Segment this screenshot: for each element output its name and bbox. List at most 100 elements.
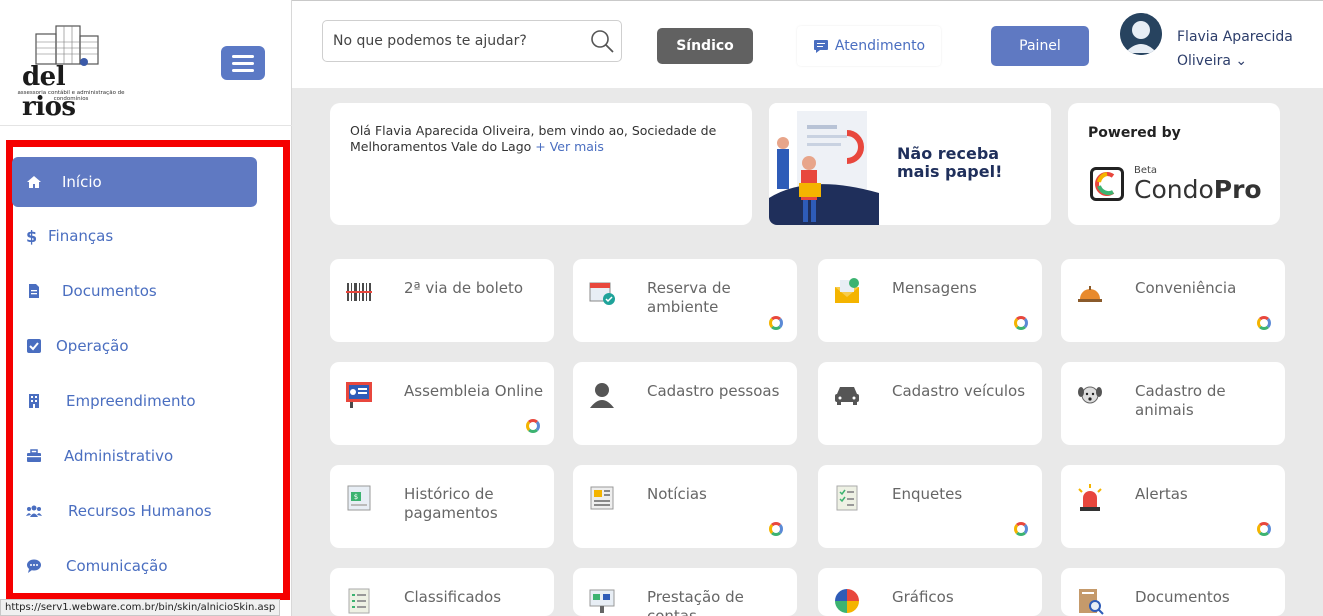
feature-tile-label: Classificados xyxy=(404,588,502,606)
feature-tile[interactable]: $ Histórico de pagamentos xyxy=(330,465,554,548)
condopro-brand: CondoPro xyxy=(1134,175,1262,204)
atendimento-button[interactable]: Atendimento xyxy=(797,26,941,66)
barcode-icon xyxy=(344,277,374,307)
sidebar-item-label: Comunicação xyxy=(66,557,168,575)
siren-icon xyxy=(1075,483,1105,513)
feature-tile-label: 2ª via de boleto xyxy=(404,279,524,297)
banner-line1: Não receba xyxy=(897,144,1000,163)
welcome-card: Olá Flavia Aparecida Oliveira, bem vindo… xyxy=(330,103,752,225)
presentation-icon xyxy=(344,380,374,410)
logo-area: del rios assessoria contábil e administr… xyxy=(0,0,292,126)
user-menu[interactable]: Flavia Aparecida Oliveira ⌄ xyxy=(1177,25,1322,73)
chat-icon xyxy=(813,40,828,53)
painel-button[interactable]: Painel xyxy=(991,26,1089,66)
sidebar-item-administrativo[interactable]: Administrativo xyxy=(12,431,257,481)
building-icon xyxy=(26,392,66,410)
loading-ring-icon xyxy=(1014,316,1028,330)
sidebar-item-documentos[interactable]: Documentos xyxy=(12,266,257,316)
car-icon xyxy=(832,380,862,410)
feature-tile-label: Cadastro veículos xyxy=(892,382,1026,400)
document-icon xyxy=(26,282,62,300)
ver-mais-link[interactable]: + Ver mais xyxy=(535,139,604,154)
calendar-icon xyxy=(587,277,617,307)
feature-tile-label: Cadastro pessoas xyxy=(647,382,780,400)
banner-line2: mais papel! xyxy=(897,162,1003,181)
company-logo[interactable]: del rios assessoria contábil e administr… xyxy=(14,24,125,122)
feature-tile-label: Gráficos xyxy=(892,588,954,606)
search-input[interactable] xyxy=(333,29,573,53)
user-name-line2: Oliveira ⌄ xyxy=(1177,53,1248,69)
sidebar-item-label: Finanças xyxy=(48,227,114,245)
pie-chart-icon xyxy=(832,586,862,616)
feature-tile-label: Histórico de pagamentos xyxy=(404,485,498,522)
hamburger-line xyxy=(232,55,254,58)
feature-tile[interactable]: Cadastro pessoas xyxy=(573,362,797,445)
search-icon[interactable] xyxy=(588,27,616,55)
feature-tile[interactable]: Cadastro de animais xyxy=(1061,362,1285,445)
user-silhouette-icon xyxy=(1120,13,1162,55)
hamburger-line xyxy=(232,69,254,72)
feature-tile[interactable]: Classificados xyxy=(330,568,554,616)
feature-tile-label: Cadastro de animais xyxy=(1135,382,1226,419)
briefcase-icon xyxy=(26,447,64,465)
feature-tile-label: Assembleia Online xyxy=(404,382,544,400)
loading-ring-icon xyxy=(526,419,540,433)
sidebar: del rios assessoria contábil e administr… xyxy=(0,0,292,616)
sidebar-item-label: Documentos xyxy=(62,282,157,300)
dog-icon xyxy=(1075,380,1105,410)
feature-tile-label: Enquetes xyxy=(892,485,963,503)
search-box xyxy=(322,20,622,62)
feature-tile[interactable]: 2ª via de boleto xyxy=(330,259,554,342)
user-name-line1: Flavia Aparecida xyxy=(1177,29,1293,45)
feature-tile-label: Prestação de contas xyxy=(647,588,744,616)
welcome-text: Olá Flavia Aparecida Oliveira, bem vindo… xyxy=(350,123,717,154)
sidebar-item-label: Empreendimento xyxy=(66,392,196,410)
home-icon xyxy=(26,173,62,191)
users-icon xyxy=(26,502,68,520)
avatar[interactable] xyxy=(1120,13,1162,55)
feature-tile[interactable]: Enquetes xyxy=(818,465,1042,548)
feature-tile[interactable]: Prestação de contas xyxy=(573,568,797,616)
powered-by-title: Powered by xyxy=(1088,125,1181,141)
feature-tile[interactable]: Documentos xyxy=(1061,568,1285,616)
sidebar-item-label: Recursos Humanos xyxy=(68,502,212,520)
sidebar-item-inicio[interactable]: Início xyxy=(12,157,257,207)
paperless-banner[interactable]: Não receba mais papel! xyxy=(769,103,1051,225)
service-bell-icon xyxy=(1075,277,1105,307)
hamburger-line xyxy=(232,62,254,65)
banner-text: Não receba mais papel! xyxy=(897,145,1002,181)
loading-ring-icon xyxy=(1257,522,1271,536)
svg-text:$: $ xyxy=(354,493,358,501)
feature-tile[interactable]: Assembleia Online xyxy=(330,362,554,445)
feature-tile-label: Alertas xyxy=(1135,485,1188,503)
brand-part-a: Condo xyxy=(1134,175,1214,204)
feature-tile[interactable]: Mensagens xyxy=(818,259,1042,342)
loading-ring-icon xyxy=(1257,316,1271,330)
envelope-icon xyxy=(832,277,862,307)
sidebar-item-label: Início xyxy=(62,173,102,191)
person-icon xyxy=(587,380,617,410)
feature-tile[interactable]: Reserva de ambiente xyxy=(573,259,797,342)
checkbox-icon xyxy=(26,337,56,355)
sidebar-item-operacao[interactable]: Operação xyxy=(12,321,257,371)
sidebar-item-financas[interactable]: $ Finanças xyxy=(12,211,257,261)
sidebar-item-recursos-humanos[interactable]: Recursos Humanos xyxy=(12,486,257,536)
feature-tile[interactable]: Alertas xyxy=(1061,465,1285,548)
feature-tile-label: Notícias xyxy=(647,485,707,503)
hamburger-menu-button[interactable] xyxy=(221,46,265,80)
feature-tile[interactable]: Gráficos xyxy=(818,568,1042,616)
feature-tile[interactable]: Cadastro veículos xyxy=(818,362,1042,445)
survey-icon xyxy=(832,483,862,513)
loading-ring-icon xyxy=(769,316,783,330)
accounts-icon xyxy=(587,586,617,616)
sindico-button[interactable]: Síndico xyxy=(657,28,753,64)
atendimento-label: Atendimento xyxy=(834,38,926,54)
folder-search-icon xyxy=(1075,586,1105,616)
feature-tile-label: Documentos xyxy=(1135,588,1230,606)
sidebar-item-comunicacao[interactable]: Comunicação xyxy=(12,541,257,591)
reading-person-illustration xyxy=(769,103,879,225)
feature-tile[interactable]: Conveniência xyxy=(1061,259,1285,342)
feature-tile-label: Reserva de ambiente xyxy=(647,279,731,316)
sidebar-item-empreendimento[interactable]: Empreendimento xyxy=(12,376,257,426)
feature-tile[interactable]: Notícias xyxy=(573,465,797,548)
